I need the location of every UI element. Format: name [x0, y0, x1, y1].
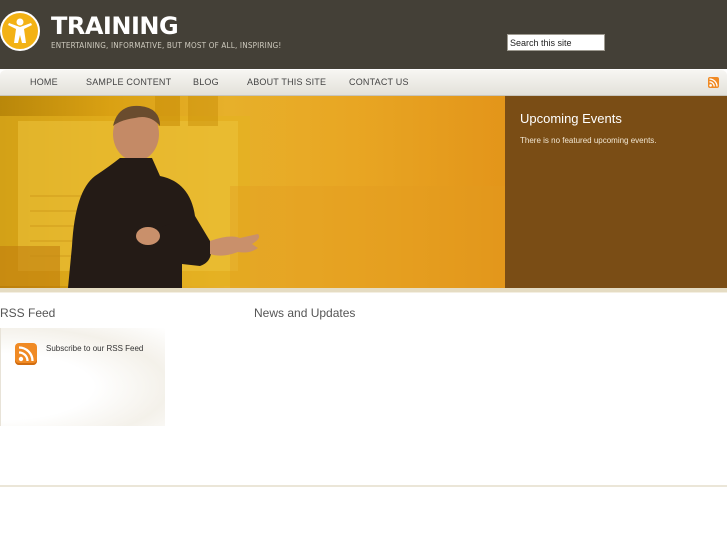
events-title: Upcoming Events	[520, 111, 622, 126]
footer-divider	[0, 485, 727, 487]
nav-item-about[interactable]: ABOUT THIS SITE	[247, 77, 326, 87]
site-tagline: ENTERTAINING, INFORMATIVE, BUT MOST OF A…	[51, 41, 282, 50]
rss-subscribe-link[interactable]: Subscribe to our RSS Feed	[46, 344, 143, 353]
nav-item-home[interactable]: HOME	[30, 77, 58, 87]
search-input[interactable]	[507, 34, 605, 51]
news-heading: News and Updates	[254, 306, 356, 320]
rss-panel-border	[0, 328, 1, 426]
rss-feed-heading: RSS Feed	[0, 306, 56, 320]
nav-item-sample-content[interactable]: SAMPLE CONTENT	[86, 77, 171, 87]
upcoming-events-panel: Upcoming Events There is no featured upc…	[505, 96, 727, 288]
events-text: There is no featured upcoming events.	[520, 136, 657, 145]
site-header: TRAINING ENTERTAINING, INFORMATIVE, BUT …	[0, 0, 727, 69]
logo-person-icon[interactable]	[0, 11, 40, 51]
site-title[interactable]: TRAINING	[51, 11, 179, 41]
main-navigation: HOME SAMPLE CONTENT BLOG ABOUT THIS SITE…	[0, 69, 727, 96]
rss-feed-icon[interactable]	[15, 343, 37, 365]
hero-divider	[0, 288, 727, 293]
hero-image	[0, 96, 505, 288]
rss-icon[interactable]	[708, 77, 719, 88]
nav-item-contact[interactable]: CONTACT US	[349, 77, 409, 87]
nav-item-blog[interactable]: BLOG	[193, 77, 219, 87]
